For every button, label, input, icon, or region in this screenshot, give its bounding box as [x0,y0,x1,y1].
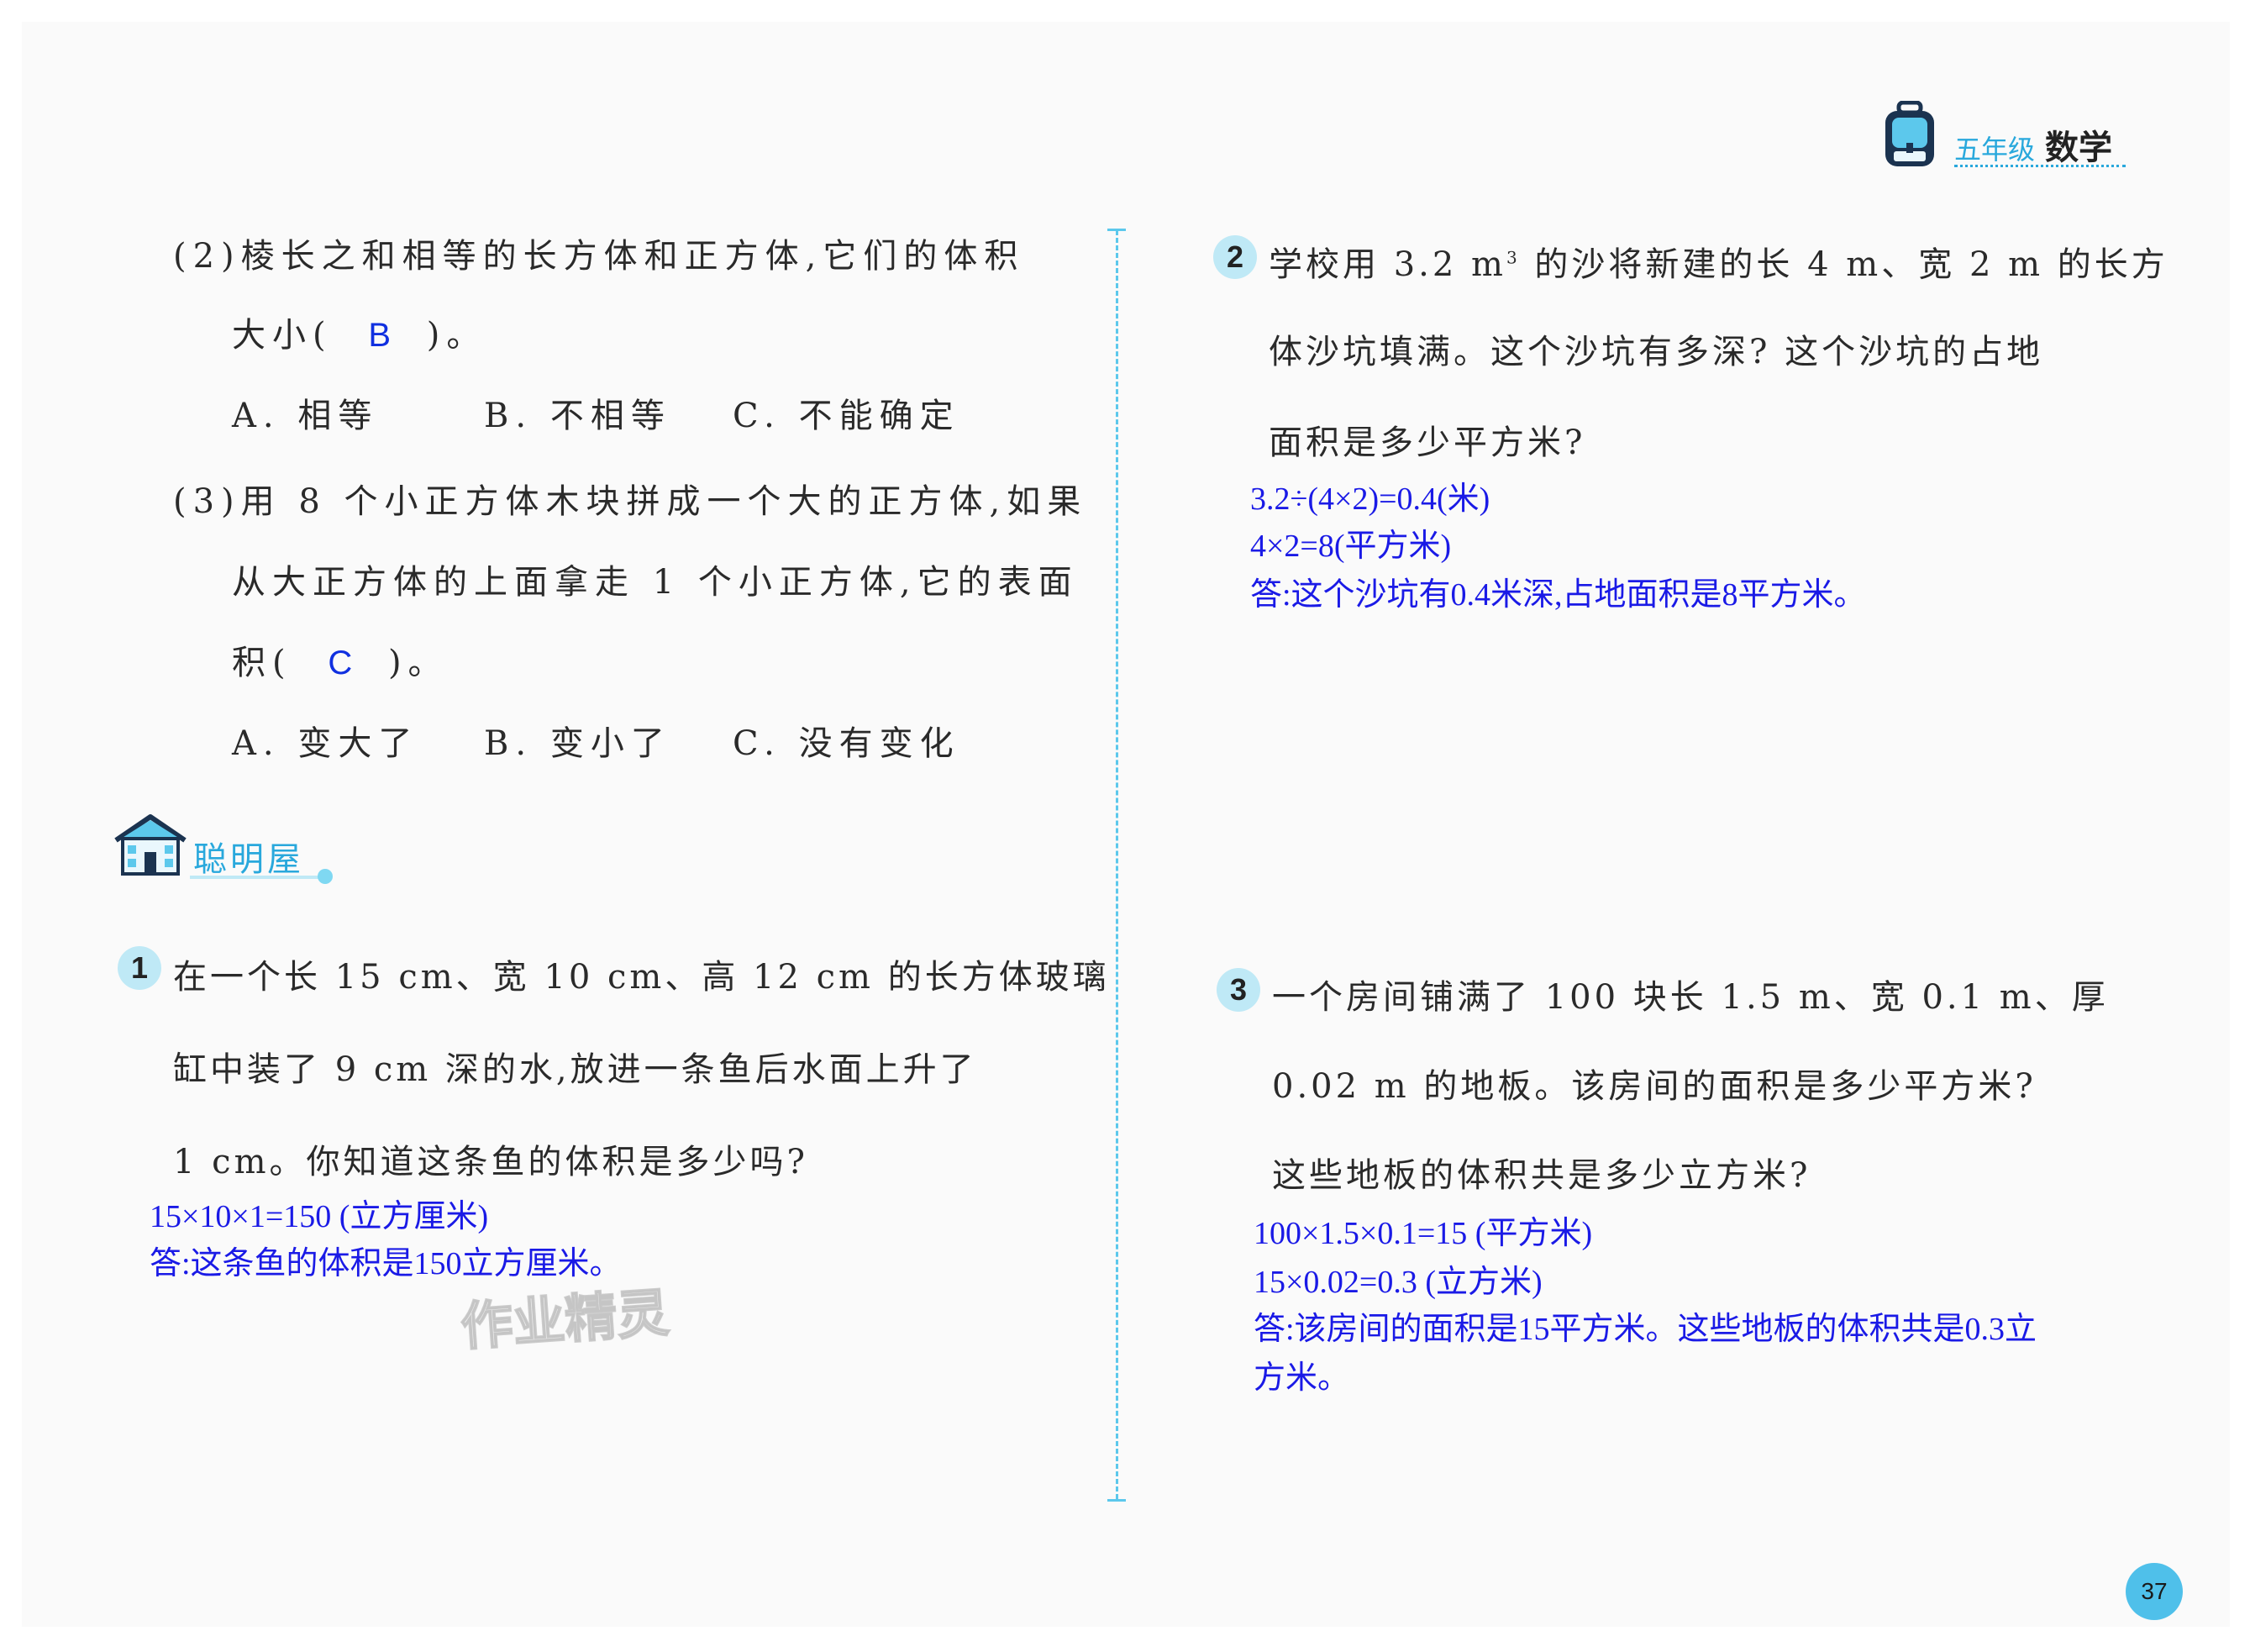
q3-line2: 从大正方体的上面拿走 1 个小正方体,它的表面 [232,563,1079,602]
p1-line2: 缸中装了 9 cm 深的水,放进一条鱼后水面上升了 [173,1050,977,1089]
q2-answer: B [368,317,392,354]
p3-solution-2: 15×0.02=0.3 (立方米) [1254,1265,1543,1300]
q2-line2-post: )。 [426,316,487,355]
section-underline [190,876,324,879]
header-underline [1954,165,2126,167]
p2-solution-2: 4×2=8(平方米) [1250,529,1452,564]
house-icon [113,813,188,877]
q3-line1: (3)用 8 个小正方体木块拼成一个大的正方体,如果 [173,482,1088,521]
q3-line3-pre: 积( [232,644,292,682]
p3-line3: 这些地板的体积共是多少立方米? [1272,1156,1811,1195]
q3-option-c: C. 没有变化 [733,724,960,763]
watermark: 作业精灵 [458,1283,671,1357]
p2-line1-post: 的沙将新建的长 4 m、宽 2 m 的长方 [1520,245,2169,284]
p3-line2: 0.02 m 的地板。该房间的面积是多少平方米? [1272,1067,2037,1106]
p2-solution-1: 3.2÷(4×2)=0.4(米) [1250,481,1490,517]
p1-line3: 1 cm。你知道这条鱼的体积是多少吗? [173,1143,808,1181]
problem-3-badge: 3 [1217,968,1260,1012]
page-header: 五年级 数学 [1954,120,2112,169]
problem-2-badge: 2 [1213,235,1257,279]
q3-option-b: B. 变小了 [484,724,671,763]
p1-solution-1: 15×10×1=150 (立方厘米) [150,1199,489,1234]
q3-answer: C [328,644,353,681]
p3-line1: 一个房间铺满了 100 块长 1.5 m、宽 0.1 m、厚 [1272,978,2109,1017]
p2-line1-sup: 3 [1506,247,1521,268]
q2-line2-pre: 大小( [232,316,333,355]
p3-solution-4: 方米。 [1254,1360,1350,1396]
problem-1-badge: 1 [118,946,161,990]
q2-option-c: C. 不能确定 [733,397,960,435]
p2-line2: 体沙坑填满。这个沙坑有多深? 这个沙坑的占地 [1269,333,2044,371]
p2-line3: 面积是多少平方米? [1269,424,1586,462]
p2-line1: 学校用 3.2 m3 的沙将新建的长 4 m、宽 2 m 的长方 [1269,237,2169,286]
divider-cap-bottom [1107,1499,1126,1502]
subject-label: 数学 [2045,129,2113,166]
q2-line2: 大小( B )。 [232,308,486,356]
q3-line3: 积( C )。 [232,635,449,684]
p2-solution-3: 答:这个沙坑有0.4米深,占地面积是8平方米。 [1250,577,1866,613]
p3-solution-1: 100×1.5×0.1=15 (平方米) [1254,1216,1593,1251]
p3-solution-3: 答:该房间的面积是15平方米。这些地板的体积共是0.3立 [1254,1312,2037,1347]
backpack-icon [1882,100,1937,170]
p1-solution-2: 答:这条鱼的体积是150立方厘米。 [150,1246,622,1281]
q3-line3-post: )。 [387,644,449,682]
q2-line1: (2)棱长之和相等的长方体和正方体,它们的体积 [173,237,1025,276]
page-number: 37 [2126,1563,2183,1620]
section-dot [318,869,333,884]
grade-label: 五年级 [1954,134,2036,165]
p1-line1: 在一个长 15 cm、宽 10 cm、高 12 cm 的长方体玻璃 [173,958,1110,997]
q2-option-b: B. 不相等 [484,397,671,435]
q2-option-a: A. 相等 [232,397,379,435]
p2-line1-pre: 学校用 3.2 m [1269,245,1506,284]
center-divider [1116,230,1118,1499]
q3-option-a: A. 变大了 [232,724,419,763]
section-title: 聪明屋 [193,841,304,878]
